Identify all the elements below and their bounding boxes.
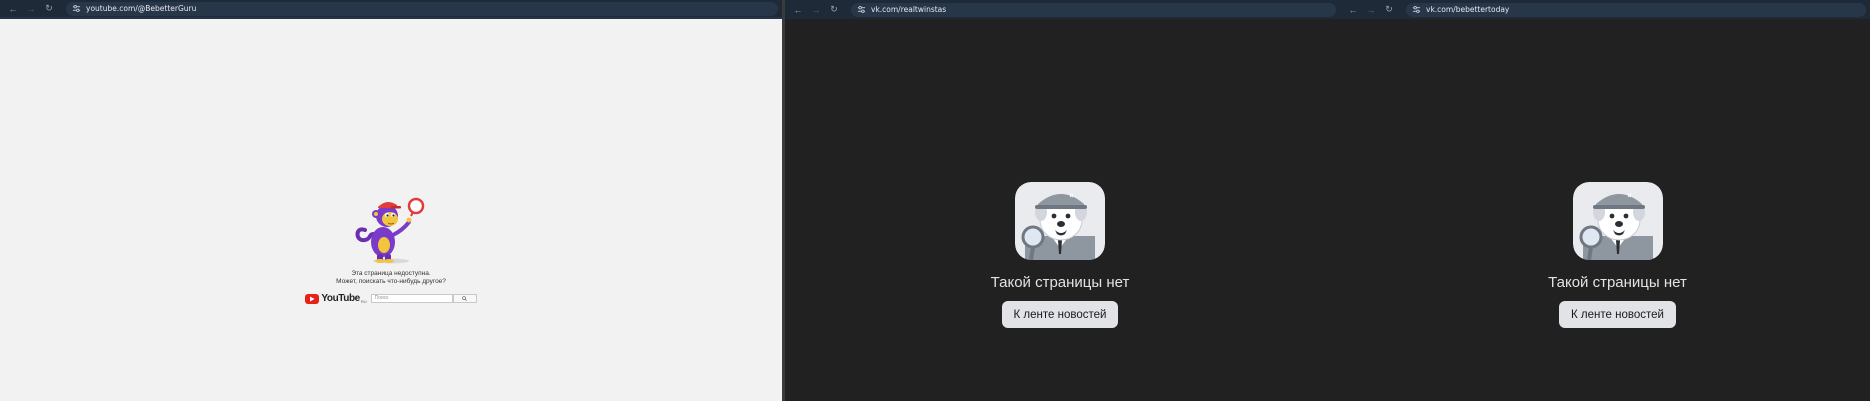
site-info-icon[interactable] (70, 3, 82, 15)
address-bar[interactable]: youtube.com/@BebetterGuru (66, 1, 778, 16)
reload-icon[interactable]: ↻ (42, 2, 56, 16)
youtube-search-button[interactable] (452, 294, 477, 303)
error-message-line1: Эта страница недоступна. (351, 270, 431, 277)
browser-window-vk-1: ← → ↻ vk.com/realtwinstas Такой страницы… (785, 0, 1340, 401)
detective-dog-illustration-icon (1572, 182, 1663, 260)
vk-not-found-content: Такой страницы нет К ленте новостей (785, 182, 1335, 328)
youtube-search-row: YouTube RU Поиск (305, 293, 477, 304)
back-icon[interactable]: ← (791, 3, 805, 17)
news-feed-button[interactable]: К ленте новостей (1559, 301, 1676, 328)
youtube-error-content: Эта страница недоступна. Может, поискать… (0, 190, 782, 304)
browser-window-vk-2: ← → ↻ vk.com/bebettertoday Такой страниц… (1340, 0, 1870, 401)
forward-icon[interactable]: → (809, 3, 823, 17)
youtube-logo-country: RU (360, 299, 367, 304)
screen: ← → ↻ youtube.com/@BebetterGuru Эта стра… (0, 0, 1870, 401)
error-message: Эта страница недоступна. Может, поискать… (336, 270, 446, 286)
news-feed-button[interactable]: К ленте новостей (1001, 301, 1119, 328)
search-icon (462, 296, 467, 301)
address-url[interactable]: vk.com/realtwinstas (871, 5, 946, 14)
address-bar[interactable]: vk.com/bebettertoday (1406, 2, 1866, 17)
forward-icon[interactable]: → (1364, 3, 1378, 17)
address-bar[interactable]: vk.com/realtwinstas (851, 2, 1336, 17)
back-icon[interactable]: ← (1346, 3, 1360, 17)
page-title: Такой страницы нет (1548, 274, 1687, 291)
error-message-line2: Может, поискать что-нибудь другое? (336, 278, 446, 285)
youtube-play-icon (305, 293, 320, 304)
browser-toolbar: ← → ↻ youtube.com/@BebetterGuru (0, 0, 782, 19)
monkey-illustration-icon (355, 197, 425, 264)
browser-toolbar: ← → ↻ vk.com/bebettertoday (1340, 0, 1870, 19)
page-title: Такой страницы нет (990, 274, 1130, 291)
back-icon[interactable]: ← (6, 2, 20, 16)
detective-dog-illustration-icon (1015, 182, 1105, 260)
youtube-logo[interactable]: YouTube RU (305, 293, 367, 304)
forward-icon[interactable]: → (24, 2, 38, 16)
site-info-icon[interactable] (1410, 4, 1422, 16)
address-url[interactable]: youtube.com/@BebetterGuru (86, 4, 196, 13)
site-info-icon[interactable] (855, 4, 867, 16)
youtube-logo-text: YouTube (321, 293, 360, 304)
reload-icon[interactable]: ↻ (827, 3, 841, 17)
browser-window-youtube: ← → ↻ youtube.com/@BebetterGuru Эта стра… (0, 0, 782, 401)
reload-icon[interactable]: ↻ (1382, 3, 1396, 17)
address-url[interactable]: vk.com/bebettertoday (1426, 5, 1509, 14)
vk-not-found-content: Такой страницы нет К ленте новостей (1340, 182, 1870, 328)
browser-toolbar: ← → ↻ vk.com/realtwinstas (785, 0, 1340, 19)
youtube-search-input[interactable]: Поиск (370, 294, 453, 303)
